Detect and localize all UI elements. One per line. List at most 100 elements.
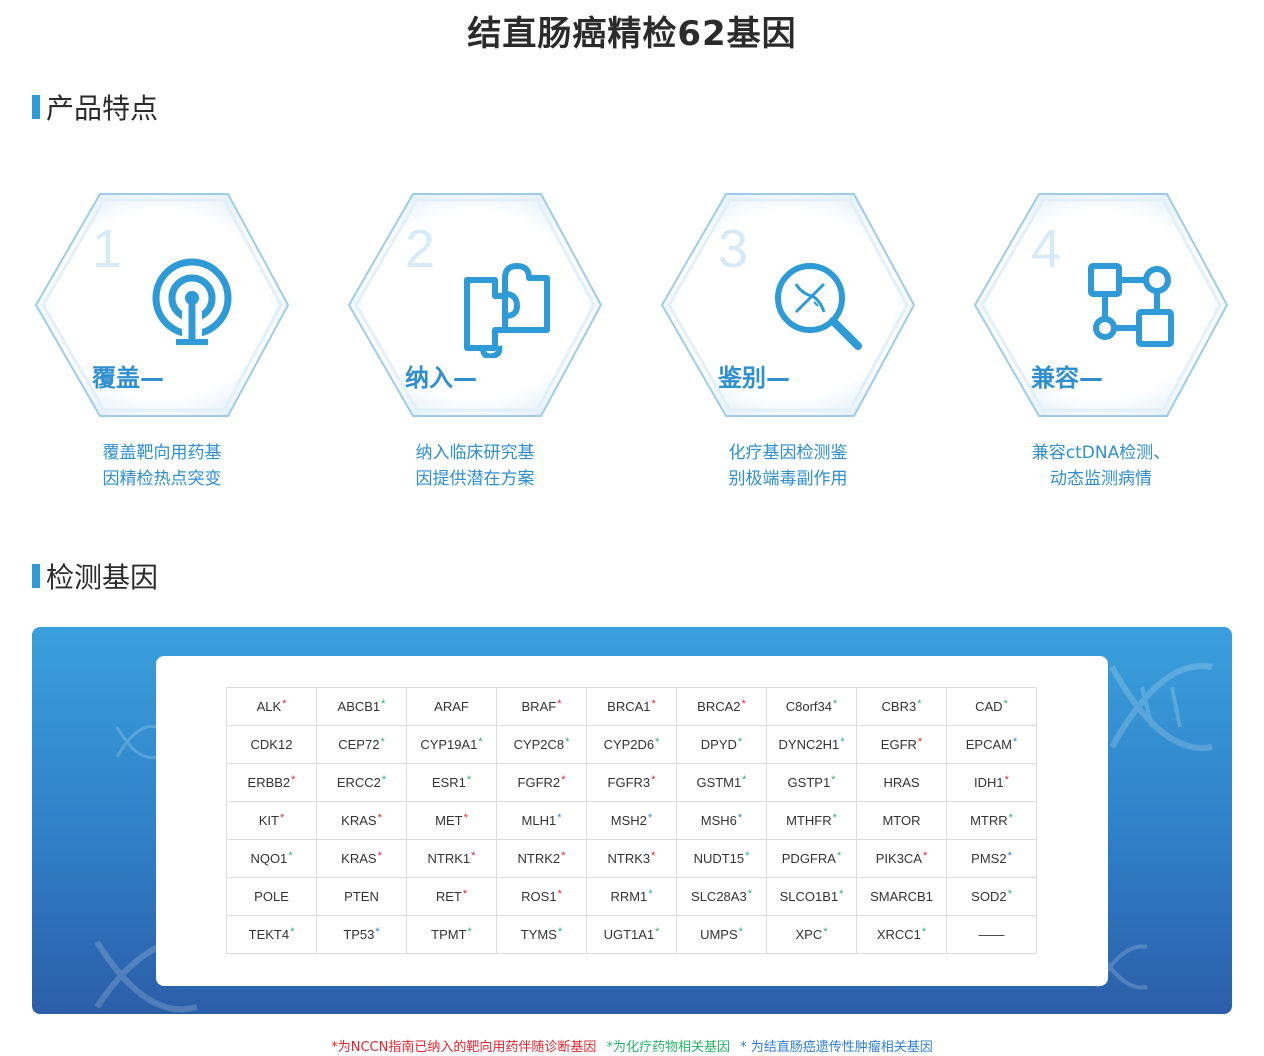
gene-name: PTEN (344, 889, 379, 904)
gene-name: POLE (254, 889, 289, 904)
gene-cell: POLE (227, 878, 317, 916)
gene-name: UGT1A1 (603, 927, 655, 942)
feature-description: 覆盖靶向用药基 因精检热点突变 (32, 440, 292, 492)
feature-description-line: 别极端毒副作用 (728, 469, 848, 489)
gene-marker: * (917, 697, 922, 710)
gene-cell: CYP2C8 * (497, 726, 587, 764)
gene-cell: NQO1 * (227, 840, 317, 878)
gene-name: MTHFR (786, 813, 832, 828)
gene-cell: UMPS * (677, 916, 767, 954)
gene-cell: ALK * (227, 688, 317, 726)
gene-cell: TYMS * (497, 916, 587, 954)
radio-tower-icon (152, 258, 232, 346)
gene-name: EGFR (880, 737, 917, 752)
gene-cell: FGFR2 * (497, 764, 587, 802)
gene-marker: * (651, 697, 656, 710)
gene-name: KRAS (341, 813, 377, 828)
gene-name: BRCA2 (697, 699, 741, 714)
section-heading-genes: 检测基因 (32, 559, 158, 594)
feature-description-line: 化疗基因检测鉴 (728, 443, 848, 463)
gene-marker: * (742, 773, 747, 786)
gene-cell: MET * (407, 802, 497, 840)
feature-description: 纳入临床研究基 因提供潜在方案 (345, 440, 605, 492)
gene-cell: SMARCB1 (857, 878, 947, 916)
gene-cell: NUDT15 * (677, 840, 767, 878)
gene-name: ERCC2 (336, 775, 381, 790)
gene-marker: * (922, 849, 928, 862)
heading-accent-bar (32, 95, 40, 119)
gene-name: MLH1 (521, 813, 557, 828)
gene-marker: * (737, 735, 743, 748)
gene-name: MET (435, 813, 463, 828)
gene-name: FGFR3 (607, 775, 651, 790)
gene-cell: CYP19A1 * (407, 726, 497, 764)
gene-marker: * (655, 735, 660, 748)
flowchart-icon (1088, 263, 1174, 347)
gene-marker: * (737, 811, 743, 824)
gene-name: MTOR (882, 813, 921, 828)
gene-cell: SLCO1B1 * (767, 878, 857, 916)
gene-name: BRCA1 (607, 699, 651, 714)
gene-marker: * (839, 887, 844, 900)
gene-cell: C8orf34 * (767, 688, 857, 726)
gene-name: ROS1 (521, 889, 557, 904)
gene-cell: KRAS * (317, 802, 407, 840)
gene-cell: DPYD * (677, 726, 767, 764)
gene-marker: * (381, 773, 387, 786)
gene-cell: MTRR * (947, 802, 1037, 840)
dna-decoration-icon (1109, 663, 1213, 751)
gene-marker: * (463, 811, 468, 824)
gene-cell: BRCA1 * (587, 688, 677, 726)
gene-name: TP53 (343, 927, 375, 942)
gene-name: NQO1 (250, 851, 288, 866)
gene-marker: * (380, 735, 385, 748)
gene-cell: ERCC2 * (317, 764, 407, 802)
gene-name: TPMT (431, 927, 467, 942)
gene-cell: TPMT * (407, 916, 497, 954)
gene-marker: * (381, 697, 386, 710)
gene-cell: NTRK2 * (497, 840, 587, 878)
gene-cell: FGFR3 * (587, 764, 677, 802)
gene-cell: DYNC2H1 * (767, 726, 857, 764)
gene-marker: * (377, 849, 382, 862)
gene-cell: MTHFR * (767, 802, 857, 840)
gene-cell: EPCAM * (947, 726, 1037, 764)
gene-name: MTRR (970, 813, 1008, 828)
feature-number: 3 (718, 219, 749, 279)
gene-name: CYP2D6 (603, 737, 655, 752)
gene-cell: XPC * (767, 916, 857, 954)
gene-name: RRM1 (610, 889, 648, 904)
gene-cell: RET * (407, 878, 497, 916)
gene-marker: * (290, 925, 295, 938)
legend: *为NCCN指南已纳入的靶向用药伴随诊断基因 *为化疗药物相关基因 * 为结直肠… (0, 1036, 1264, 1055)
legend-hereditary: * 为结直肠癌遗传性肿瘤相关基因 (740, 1040, 933, 1055)
gene-marker: * (747, 887, 752, 900)
gene-name: CAD (975, 699, 1003, 714)
gene-cell: XRCC1 * (857, 916, 947, 954)
gene-table: ALK * ABCB1 * ARAF BRAF * BRCA1 * BRCA2 * C8orf34 * C… (226, 687, 1037, 954)
gene-cell: ABCB1 * (317, 688, 407, 726)
gene-marker: * (471, 849, 476, 862)
gene-marker: * (377, 811, 382, 824)
gene-name: NTRK1 (427, 851, 471, 866)
gene-name: CBR3 (881, 699, 917, 714)
gene-marker: * (1004, 773, 1009, 786)
dna-decoration-icon (115, 724, 158, 760)
gene-name: HRAS (883, 775, 920, 790)
gene-marker: * (1007, 849, 1012, 862)
gene-cell: MSH6 * (677, 802, 767, 840)
gene-marker: * (917, 735, 923, 748)
feature-coverage: 1 覆盖— (32, 190, 292, 420)
gene-cell: CDK12 (227, 726, 317, 764)
gene-name: CDK12 (250, 737, 293, 752)
gene-cell: ERBB2 * (227, 764, 317, 802)
gene-name: IDH1 (974, 775, 1004, 790)
gene-panel: ALK * ABCB1 * ARAF BRAF * BRCA1 * BRCA2 * C8orf34 * C… (32, 627, 1232, 1014)
gene-marker: * (1003, 697, 1008, 710)
gene-cell: CBR3 * (857, 688, 947, 726)
gene-marker: * (921, 925, 927, 938)
gene-name: CYP19A1 (420, 737, 478, 752)
feature-title: 纳入— (405, 364, 477, 392)
heading-accent-bar (32, 564, 40, 588)
feature-title: 覆盖— (92, 364, 164, 392)
